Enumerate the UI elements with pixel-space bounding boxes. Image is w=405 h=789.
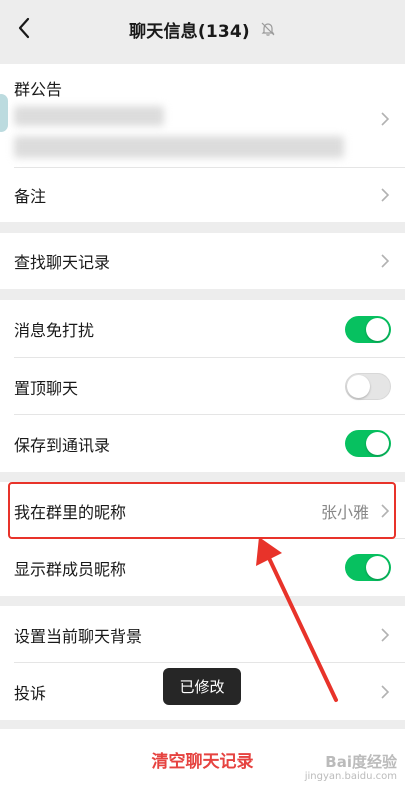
baidu-watermark: Bai度经验 jingyan.baidu.com <box>305 753 397 783</box>
watermark-line-1: Bai度经验 <box>325 753 397 771</box>
watermark-line-2: jingyan.baidu.com <box>304 771 397 782</box>
annotation-arrow <box>256 537 338 702</box>
